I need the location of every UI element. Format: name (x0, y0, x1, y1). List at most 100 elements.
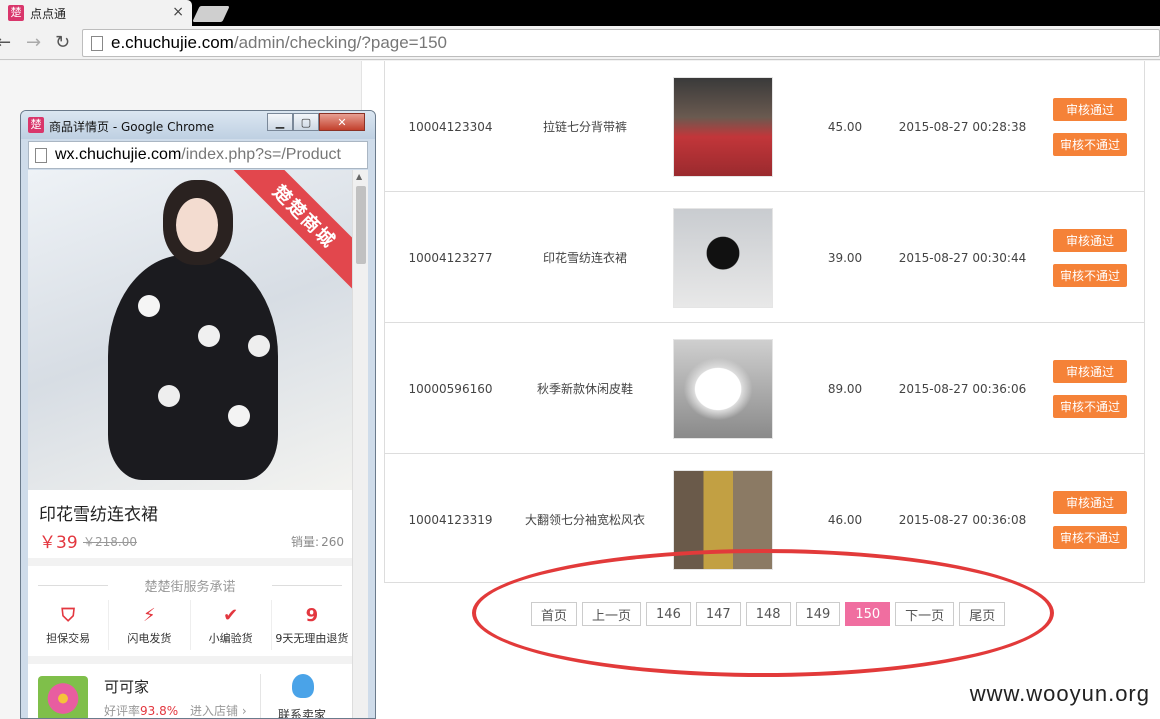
service-label: 闪电发货 (127, 632, 172, 645)
chevron-right-icon: › (241, 704, 247, 718)
screenshot-root: 楚 点点通 × ← → ↻ e.chuchujie.com/admin/chec… (0, 0, 1160, 719)
action-cell: 审核通过 审核不通过 (1040, 192, 1140, 323)
service-list: ⛉ 担保交易 ⚡ 闪电发货 ✔ 小编验货 9 9天无理由退货 (28, 600, 352, 650)
reject-button[interactable]: 审核不通过 (1053, 263, 1127, 287)
action-cell: 审核通过 审核不通过 (1040, 61, 1140, 192)
enter-shop-link[interactable]: 进入店铺 › (190, 702, 247, 718)
product-thumbnail-cell (673, 61, 773, 192)
back-arrow-icon[interactable]: ← (0, 33, 11, 53)
shop-rating-value: 93.8% (140, 704, 179, 718)
enter-shop-label: 进入店铺 (190, 704, 239, 718)
product-time: 2015-08-27 00:36:06 (898, 381, 1027, 396)
product-id: 10004123304 (408, 119, 493, 134)
check-icon: ✔ (223, 605, 239, 626)
popup-url-host: wx.chuchujie.com (55, 146, 182, 163)
browser-tab[interactable]: 楚 点点通 × (0, 0, 192, 26)
reject-button[interactable]: 审核不通过 (1053, 132, 1127, 156)
product-detail-popup-window: 楚 商品详情页 - Google Chrome ▁ ▢ ✕ wx.chuchuj… (20, 110, 376, 719)
product-thumbnail[interactable] (673, 76, 773, 177)
table-row: 10004123304 拉链七分背带裤 45.00 2015-08-27 00:… (385, 61, 1144, 192)
red-annotation-ellipse (472, 549, 1054, 677)
lightning-icon: ⚡ (143, 605, 156, 626)
nine-days-icon: 9 (305, 605, 319, 626)
site-favicon-icon: 楚 (8, 5, 24, 21)
product-thumbnail[interactable] (673, 207, 773, 308)
address-bar[interactable]: e.chuchujie.com/admin/checking/?page=150 (82, 29, 1160, 57)
product-name: 印花雪纺连衣裙 (542, 251, 627, 265)
current-price: ￥39 (39, 533, 78, 553)
product-thumbnail-cell (673, 323, 773, 454)
close-window-icon[interactable]: ✕ (319, 113, 365, 131)
popup-favicon-icon: 楚 (28, 117, 44, 133)
watermark: www.wooyun.org (969, 681, 1150, 706)
popup-scrollbar[interactable]: ▲ (352, 170, 368, 718)
reject-button[interactable]: 审核不通过 (1053, 394, 1127, 418)
approve-button[interactable]: 审核通过 (1053, 490, 1127, 514)
sales-count: 销量: 260 (291, 533, 344, 550)
original-price: ￥218.00 (83, 535, 137, 549)
approve-button[interactable]: 审核通过 (1053, 228, 1127, 252)
product-thumbnail-cell (673, 192, 773, 323)
reload-icon[interactable]: ↻ (55, 33, 70, 53)
shield-icon: ⛉ (61, 605, 75, 626)
forward-arrow-icon[interactable]: → (26, 33, 41, 53)
service-label: 9天无理由退货 (275, 632, 349, 645)
popup-titlebar[interactable]: 楚 商品详情页 - Google Chrome ▁ ▢ ✕ (21, 111, 375, 139)
product-hero-image: 楚楚商城 (28, 170, 352, 490)
maximize-icon[interactable]: ▢ (293, 113, 319, 131)
approve-button[interactable]: 审核通过 (1053, 359, 1127, 383)
service-item: ✔ 小编验货 (191, 600, 272, 650)
service-label: 担保交易 (46, 632, 91, 645)
contact-seller-button[interactable]: 联系卖家 (278, 706, 326, 718)
popup-page-icon (35, 147, 47, 163)
hero-face (176, 198, 218, 252)
service-label: 小编验货 (208, 632, 253, 645)
popup-url-path: /index.php?s=/Product (181, 146, 341, 163)
product-time: 2015-08-27 00:28:38 (898, 119, 1027, 134)
popup-title: 商品详情页 - Google Chrome (49, 120, 215, 134)
section-divider (28, 558, 352, 566)
brand-ribbon: 楚楚商城 (232, 170, 352, 289)
product-price: 45.00 (827, 119, 863, 134)
service-item: ⚡ 闪电发货 (109, 600, 191, 650)
shop-rating-label: 好评率 (104, 704, 141, 718)
qq-icon[interactable] (292, 674, 314, 698)
product-review-table: 10004123304 拉链七分背带裤 45.00 2015-08-27 00:… (384, 61, 1145, 583)
service-title: 楚楚街服务承诺 (144, 580, 236, 595)
reject-button[interactable]: 审核不通过 (1053, 525, 1127, 549)
approve-button[interactable]: 审核通过 (1053, 97, 1127, 121)
product-name: 秋季新款休闲皮鞋 (536, 382, 633, 396)
minimize-icon[interactable]: ▁ (267, 113, 293, 131)
url-path: /admin/checking/?page=150 (233, 33, 447, 52)
action-cell: 审核通过 审核不通过 (1040, 454, 1140, 585)
shop-logo[interactable] (38, 676, 88, 718)
price-row: ￥39 ￥218.00 销量: 260 (39, 528, 344, 553)
popup-address-bar[interactable]: wx.chuchujie.com/index.php?s=/Product (28, 141, 368, 169)
scroll-thumb[interactable] (356, 186, 366, 264)
browser-toolbar: ← → ↻ e.chuchujie.com/admin/checking/?pa… (0, 26, 1160, 60)
tab-strip: 楚 点点通 × (0, 0, 1160, 26)
product-time: 2015-08-27 00:30:44 (898, 250, 1027, 265)
scroll-up-icon[interactable]: ▲ (356, 172, 362, 181)
table-row: 10000596160 秋季新款休闲皮鞋 89.00 2015-08-27 00… (385, 323, 1144, 454)
action-cell: 审核通过 审核不通过 (1040, 323, 1140, 454)
tab-title: 点点通 (30, 6, 67, 21)
service-item: ⛉ 担保交易 (28, 600, 110, 650)
tab-close-icon[interactable]: × (172, 4, 184, 20)
product-price: 39.00 (827, 250, 863, 265)
shop-name[interactable]: 可可家 (104, 676, 149, 697)
hero-dress (108, 255, 278, 480)
product-name: 拉链七分背带裤 (542, 120, 627, 134)
url-host: e.chuchujie.com (111, 33, 234, 52)
shop-rating: 好评率93.8% (104, 702, 179, 718)
popup-page: 楚楚商城 印花雪纺连衣裙 ￥39 ￥218.00 销量: 260 楚楚街服务承诺 … (28, 170, 368, 718)
service-item: 9 9天无理由退货 (272, 600, 352, 650)
product-id: 10000596160 (408, 381, 493, 396)
product-price: 89.00 (827, 381, 863, 396)
product-title: 印花雪纺连衣裙 (39, 505, 158, 525)
product-thumbnail[interactable] (673, 338, 773, 439)
shop-info: 可可家 好评率93.8% 进入店铺 › 联系卖家 (28, 666, 352, 718)
sales-value: 260 (321, 535, 344, 549)
new-tab-button[interactable] (192, 6, 230, 22)
table-row: 10004123277 印花雪纺连衣裙 39.00 2015-08-27 00:… (385, 192, 1144, 323)
